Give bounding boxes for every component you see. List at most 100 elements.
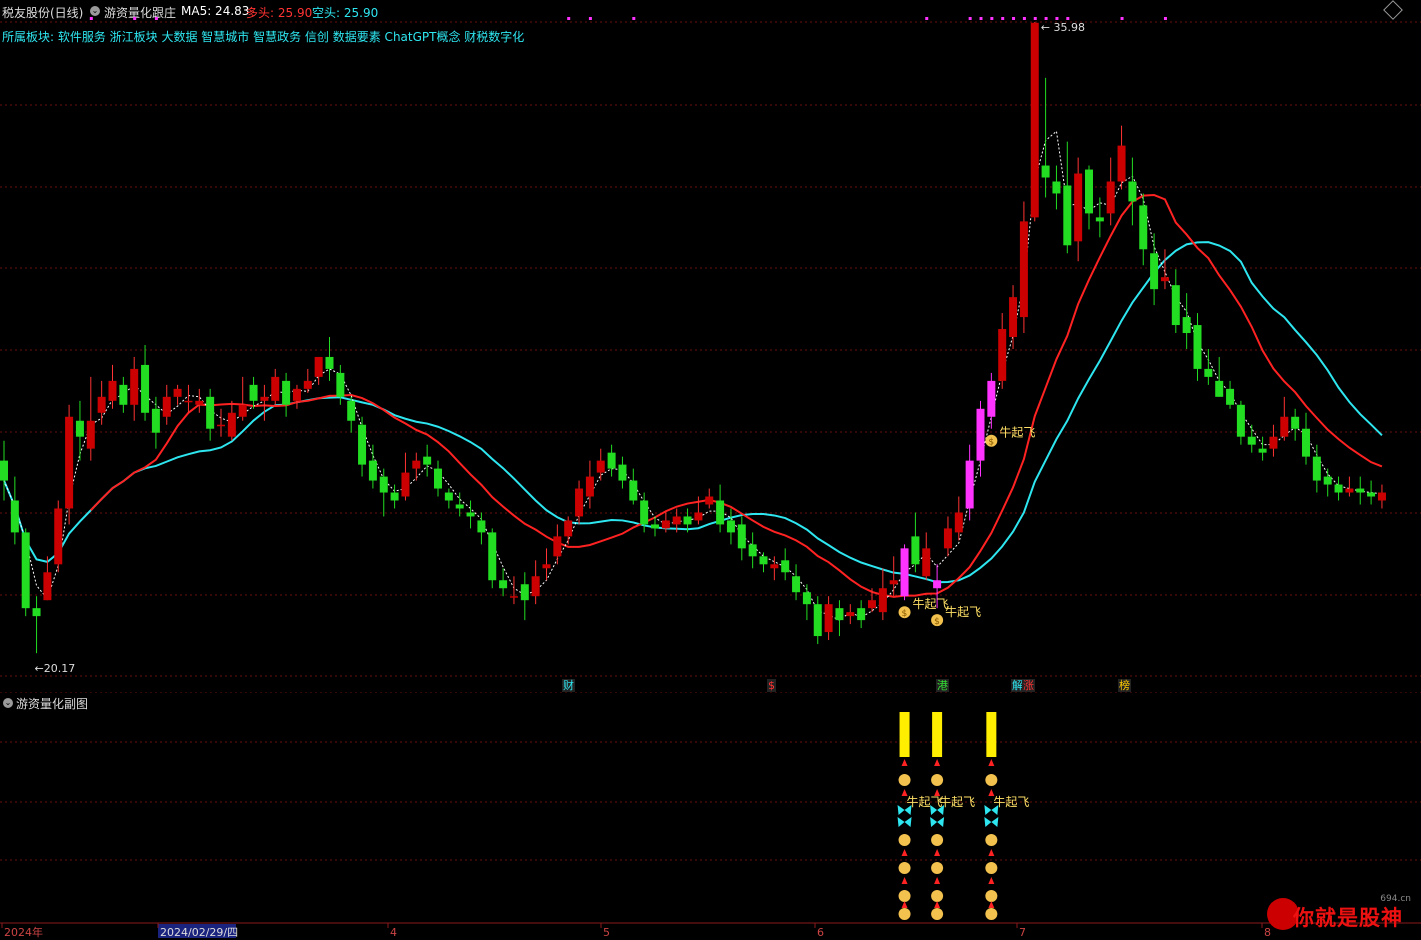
- top-marker: [1022, 17, 1026, 20]
- candle-body: [173, 388, 182, 397]
- candle-body: [911, 536, 920, 565]
- candle-body: [1247, 436, 1256, 445]
- candle-body: [1204, 368, 1213, 377]
- money-bag-icon: [931, 774, 944, 786]
- candle-body: [922, 548, 931, 577]
- event-tag[interactable]: 财: [562, 679, 575, 692]
- money-bag-icon: [898, 834, 911, 846]
- candle-body: [1302, 428, 1310, 457]
- candle-body: [401, 472, 410, 497]
- candle-body: [933, 580, 942, 589]
- candle-body: [1215, 380, 1224, 397]
- candle-body: [683, 516, 692, 525]
- candle-body: [954, 512, 963, 533]
- candle-body: [553, 536, 562, 557]
- yellow-bar: [986, 712, 997, 757]
- butterfly-icon: [984, 817, 999, 827]
- candle-body: [878, 588, 887, 613]
- candle-body: [520, 584, 529, 601]
- axis-label: 5: [603, 926, 610, 939]
- candle-body: [1345, 488, 1354, 493]
- candle-body: [857, 608, 866, 621]
- candle-body: [596, 460, 605, 473]
- candle-body: [1323, 476, 1332, 485]
- signal-label: 牛起飞: [913, 596, 949, 611]
- top-marker: [990, 17, 994, 20]
- event-tag[interactable]: 榜: [1118, 679, 1131, 692]
- candle-body: [726, 520, 735, 533]
- candle-body: [661, 520, 670, 529]
- candle-body: [444, 492, 453, 501]
- candle-body: [1193, 325, 1202, 369]
- candle-body: [292, 388, 301, 401]
- candle-body: [108, 380, 117, 401]
- candle-body: [162, 396, 171, 417]
- top-marker: [1012, 17, 1016, 20]
- candle-body: [1095, 217, 1104, 222]
- watermark-logo: 你就是股神 694.cn: [1265, 894, 1415, 936]
- sub-signal-label: 牛起飞: [907, 794, 943, 809]
- candle-body: [455, 504, 464, 509]
- x-axis: 2024年 2024/02/29/四 4 5 6 7 8: [0, 922, 1421, 939]
- money-bag-icon: [985, 862, 998, 874]
- event-tag[interactable]: $: [767, 679, 776, 692]
- candle-body: [1377, 492, 1386, 501]
- candle-body: [1106, 181, 1115, 214]
- money-bag-icon: [985, 774, 998, 786]
- candle-body: [1182, 317, 1191, 334]
- candle-body: [1117, 145, 1126, 182]
- candle-body: [640, 500, 649, 525]
- candle-body: [585, 476, 594, 497]
- event-tag[interactable]: 涨: [1022, 679, 1035, 692]
- money-bag-icon: [931, 834, 944, 846]
- candle-body: [1085, 169, 1093, 214]
- candle-body: [1150, 253, 1159, 290]
- candle-body: [1009, 297, 1018, 338]
- candle-body: [368, 460, 377, 481]
- candle-body: [336, 372, 345, 397]
- candle-body: [1030, 22, 1039, 218]
- money-bag-glyph: $: [902, 609, 908, 619]
- candle-body: [1063, 185, 1072, 246]
- candle-body: [303, 380, 312, 389]
- sub-signal-label: 牛起飞: [939, 794, 975, 809]
- candle-body: [900, 548, 909, 597]
- money-bag-icon: [931, 908, 944, 920]
- candle-body: [499, 580, 508, 589]
- candle-body: [889, 580, 898, 585]
- candle-body: [1334, 484, 1343, 493]
- candle-body: [824, 604, 833, 633]
- candle-body: [282, 380, 291, 405]
- candle-body: [347, 400, 356, 421]
- money-bag-icon: [985, 890, 998, 902]
- up-arrow-icon: [934, 901, 941, 908]
- event-tag[interactable]: 港: [936, 679, 949, 692]
- axis-label: 7: [1019, 926, 1026, 939]
- candle-body: [781, 560, 790, 573]
- candle-body: [151, 408, 160, 433]
- axis-label: 2024年: [4, 925, 43, 939]
- logo-domain: 694.cn: [1380, 894, 1411, 904]
- candle-body: [564, 520, 573, 537]
- candle-body: [737, 524, 746, 549]
- candle-body: [813, 604, 822, 637]
- money-bag-icon: [898, 890, 911, 902]
- candle-body: [629, 480, 638, 501]
- top-marker: [968, 17, 972, 20]
- sub-chart[interactable]: 牛起飞牛起飞 牛起飞: [0, 692, 1421, 922]
- up-arrow-icon: [901, 849, 908, 856]
- candle-body: [325, 356, 334, 369]
- candle-body: [1019, 221, 1028, 318]
- top-marker: [154, 17, 158, 20]
- ma5-line: [3, 130, 1383, 621]
- candle-body: [672, 516, 681, 525]
- candle-body: [1236, 404, 1245, 437]
- candle-body: [987, 380, 996, 417]
- candle-body: [488, 532, 497, 581]
- candle-body: [1269, 436, 1278, 449]
- candle-body: [314, 356, 323, 377]
- axis-label: 2024/02/29/四: [160, 926, 238, 939]
- main-chart[interactable]: ← 35.98 ←20.17 $ 牛起飞 $ 牛起飞 $ 牛起飞: [0, 0, 1421, 692]
- candle-body: [130, 368, 139, 405]
- candle-body: [792, 576, 801, 593]
